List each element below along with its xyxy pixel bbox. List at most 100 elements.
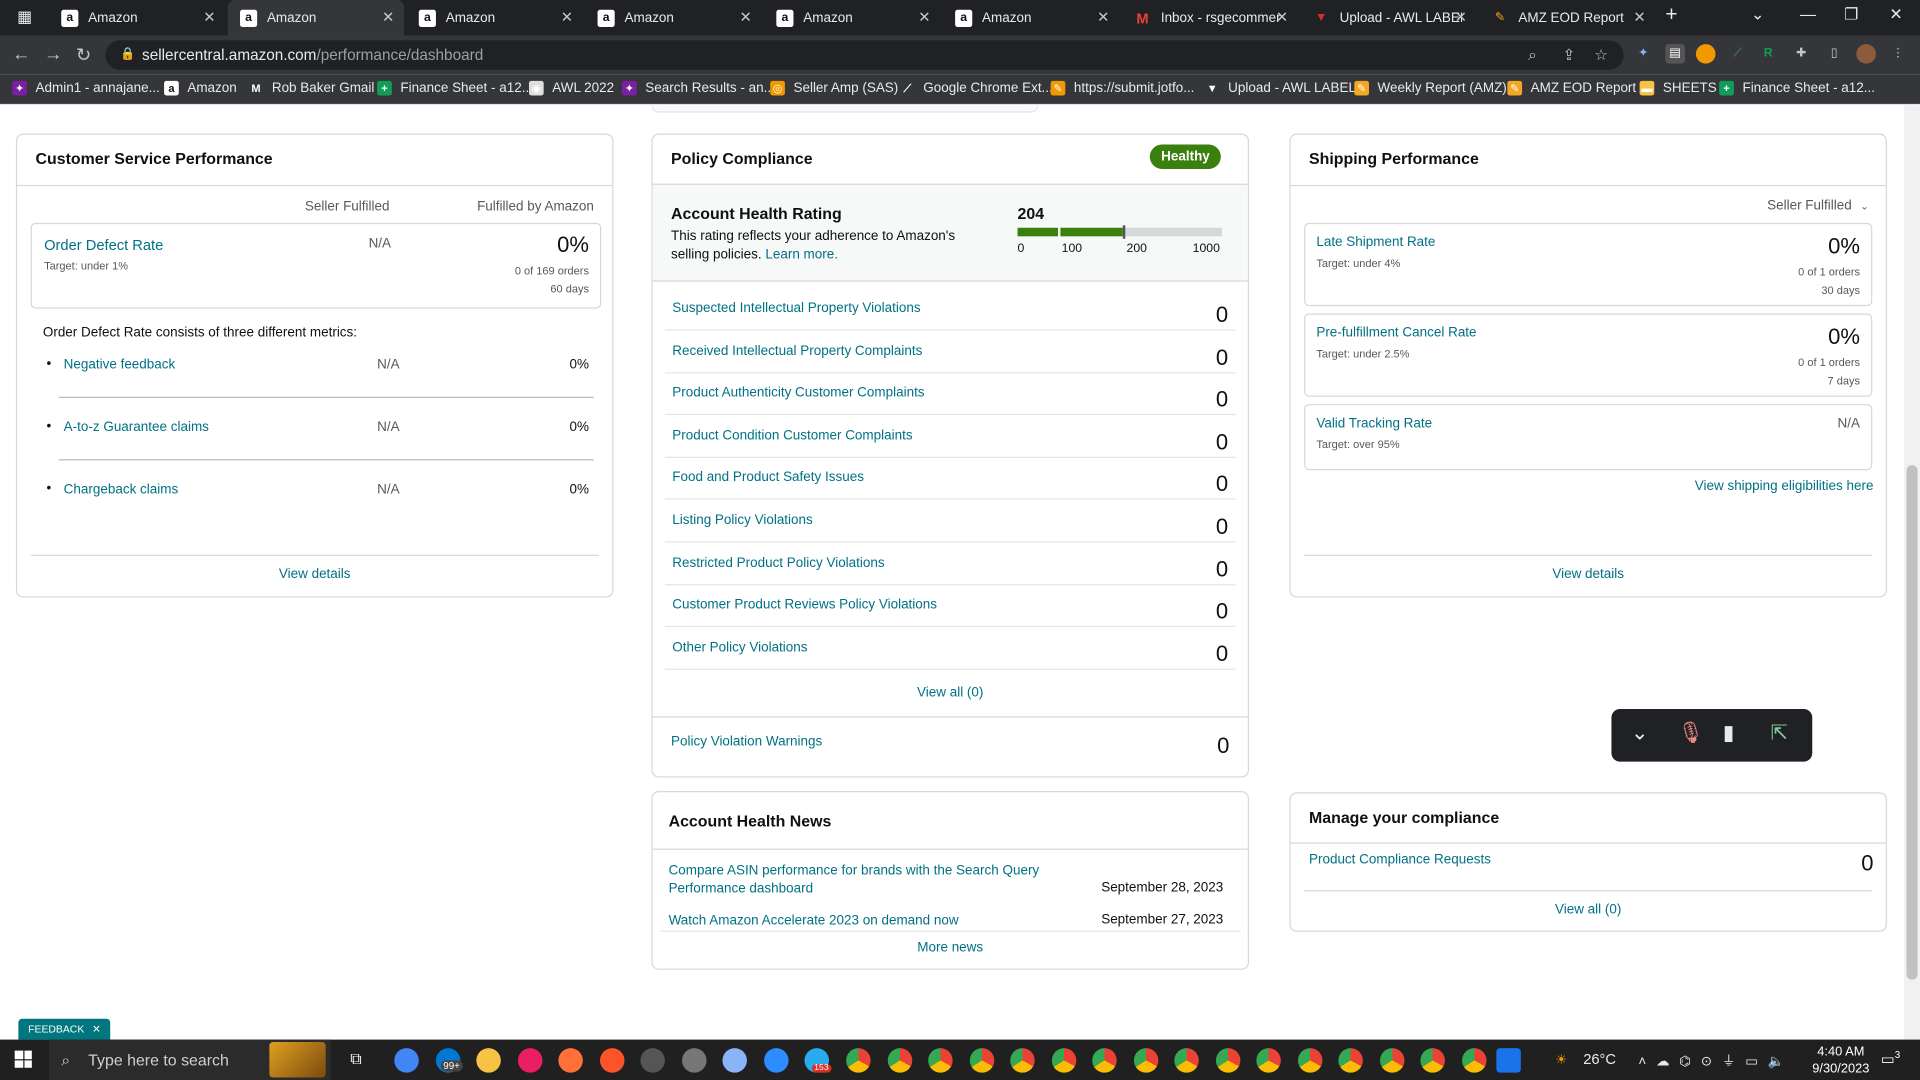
browser-tab[interactable]: a Amazon ✕ [49, 0, 225, 36]
chrome-profile-icon[interactable] [1297, 1048, 1322, 1073]
chrome-profile-icon[interactable] [1051, 1048, 1076, 1073]
chrome-profile-icon[interactable] [846, 1048, 871, 1073]
extension-icon[interactable]: ⟋ [1728, 44, 1748, 64]
bookmark-item[interactable]: ▬ SHEETS [1639, 80, 1717, 96]
extension-icon[interactable]: ▤ [1665, 44, 1685, 64]
camera-icon[interactable]: ▮ [1723, 721, 1734, 745]
zoom-icon[interactable] [763, 1048, 788, 1073]
order-defect-rate-link[interactable]: Order Defect Rate [44, 236, 163, 253]
browser-tab[interactable]: a Amazon ✕ [943, 0, 1119, 36]
close-tab-icon[interactable]: ✕ [1633, 9, 1645, 26]
chrome-profile-icon[interactable] [1420, 1048, 1445, 1073]
bookmark-item[interactable]: ✎ Weekly Report (AMZ) [1354, 80, 1507, 96]
tray-icons[interactable]: ˄☁⌬⊙⏚▭🔈 [1638, 1051, 1794, 1071]
browser-tab[interactable]: a Amazon ✕ [764, 0, 940, 36]
policy-row-link[interactable]: Received Intellectual Property Complaint… [672, 344, 922, 359]
open-external-icon[interactable]: ⇱ [1771, 721, 1788, 745]
chrome-profile-icon[interactable] [1338, 1048, 1363, 1073]
policy-row-link[interactable]: Product Authenticity Customer Complaints [672, 386, 924, 401]
chrome-icon[interactable] [394, 1048, 419, 1073]
chrome-profile-icon[interactable] [1133, 1048, 1158, 1073]
shipping-filter-dropdown[interactable]: Seller Fulfilled ⌄ [1767, 198, 1868, 213]
chrome-profile-icon[interactable] [1174, 1048, 1199, 1073]
product-compliance-requests-link[interactable]: Product Compliance Requests [1309, 852, 1491, 867]
policy-row-link[interactable]: Other Policy Violations [672, 640, 807, 655]
browser-tab[interactable]: ▼ Upload - AWL LABEL ✕ [1300, 0, 1476, 36]
bookmark-item[interactable]: ✎ AMZ EOD Report [1507, 80, 1636, 96]
policy-row-link[interactable]: Restricted Product Policy Violations [672, 555, 884, 570]
url-bar[interactable]: 🔒 sellercentral.amazon.com/performance/d… [105, 40, 1624, 70]
close-icon[interactable]: ✕ [92, 1022, 101, 1034]
chrome-profile-icon[interactable] [1215, 1048, 1240, 1073]
bookmark-star-icon[interactable]: ☆ [1594, 40, 1608, 69]
odr-metric-link[interactable]: Negative feedback [64, 358, 176, 373]
policy-row-link[interactable]: Product Condition Customer Complaints [672, 428, 912, 443]
bookmark-item[interactable]: + Finance Sheet - a12... [377, 80, 533, 96]
close-tab-icon[interactable]: ✕ [561, 9, 573, 26]
news-item-link[interactable]: Watch Amazon Accelerate 2023 on demand n… [669, 912, 1049, 930]
scrollbar-thumb[interactable] [1906, 465, 1918, 980]
mic-muted-icon[interactable]: 🎙 [1678, 721, 1704, 745]
side-panel-icon[interactable]: ▯ [1825, 44, 1845, 64]
close-tab-icon[interactable]: ✕ [918, 9, 930, 26]
page-scrollbar[interactable] [1904, 105, 1920, 1041]
task-view-icon[interactable]: ⧉ [350, 1049, 361, 1069]
close-tab-icon[interactable]: ✕ [382, 9, 394, 26]
chrome-profile-icon[interactable] [1461, 1048, 1486, 1073]
more-news-link[interactable]: More news [653, 940, 1248, 955]
close-tab-icon[interactable]: ✕ [1455, 9, 1467, 26]
firefox-icon[interactable] [558, 1048, 583, 1073]
share-icon[interactable]: ⇪ [1562, 40, 1575, 69]
shipping-view-details-link[interactable]: View details [1291, 567, 1886, 582]
forward-button[interactable]: → [44, 44, 62, 65]
policy-row-link[interactable]: Listing Policy Violations [672, 513, 813, 528]
minimize-button[interactable]: — [1800, 5, 1816, 23]
odr-metric-link[interactable]: Chargeback claims [64, 482, 179, 497]
close-tab-icon[interactable]: ✕ [1276, 9, 1288, 26]
zoom-icon[interactable]: ⌕ [1528, 40, 1537, 69]
shipping-metric-link[interactable]: Valid Tracking Rate [1316, 416, 1432, 431]
new-tab-button[interactable]: + [1665, 2, 1677, 26]
feedback-tab[interactable]: FEEDBACK ✕ [18, 1018, 111, 1040]
tab-search-icon[interactable]: ▦ [17, 7, 37, 27]
clock[interactable]: 4:40 AM 9/30/2023 [1812, 1043, 1869, 1077]
browser-menu-icon[interactable]: ⋮ [1888, 44, 1908, 64]
browser-tab[interactable]: M Inbox - rsgecommer ✕ [1122, 0, 1298, 36]
bookmark-item[interactable]: ◉ AWL 2022 [528, 80, 614, 96]
browser-tab[interactable]: ✎ AMZ EOD Report ✕ [1479, 0, 1655, 36]
chrome-profile-icon[interactable] [1379, 1048, 1404, 1073]
maximize-button[interactable]: ❐ [1844, 5, 1858, 25]
bookmark-item[interactable]: M Rob Baker Gmail [249, 81, 374, 96]
extension-icon[interactable]: R [1758, 44, 1778, 64]
cs-view-details-link[interactable]: View details [17, 567, 612, 582]
windows-start-icon[interactable] [14, 1050, 32, 1068]
profile-avatar[interactable] [1856, 44, 1876, 64]
browser-tab[interactable]: a Amazon ✕ [585, 0, 761, 36]
chrome-profile-icon[interactable] [1010, 1048, 1035, 1073]
chrome-profile-icon[interactable] [1092, 1048, 1117, 1073]
bookmark-item[interactable]: + Finance Sheet - a12... [1719, 80, 1875, 96]
brave-icon[interactable] [599, 1048, 624, 1073]
extension-icon[interactable]: ✦ [1633, 44, 1653, 64]
policy-view-all-link[interactable]: View all (0) [653, 686, 1248, 701]
news-item-link[interactable]: Compare ASIN performance for brands with… [669, 862, 1049, 899]
app-icon[interactable] [1496, 1048, 1521, 1073]
bookmark-item[interactable]: a Amazon [164, 80, 237, 96]
browser-tab[interactable]: a Amazon ✕ [407, 0, 583, 36]
compliance-view-all-link[interactable]: View all (0) [1291, 902, 1886, 917]
taskbar-search-input[interactable]: ⌕ Type here to search [48, 1039, 331, 1080]
learn-more-link[interactable]: Learn more. [765, 247, 838, 262]
policy-row-link[interactable]: Food and Product Safety Issues [672, 471, 864, 486]
shipping-eligibilities-link[interactable]: View shipping eligibilities here [1695, 479, 1874, 494]
browser-tab[interactable]: a Amazon ✕ [227, 0, 405, 36]
notification-center-icon[interactable]: ▭3 [1881, 1049, 1900, 1067]
photos-icon[interactable] [517, 1048, 542, 1073]
shipping-metric-link[interactable]: Late Shipment Rate [1316, 235, 1435, 250]
tab-list-chevron-icon[interactable]: ⌄ [1751, 5, 1764, 25]
bookmark-item[interactable]: ▼ Upload - AWL LABEL [1205, 81, 1356, 96]
collapse-chevron-icon[interactable]: ⌄ [1631, 721, 1648, 745]
chrome-profile-icon[interactable] [1256, 1048, 1281, 1073]
odr-metric-link[interactable]: A-to-z Guarantee claims [64, 420, 209, 435]
reload-button[interactable]: ↻ [76, 44, 91, 66]
close-tab-icon[interactable]: ✕ [1097, 9, 1109, 26]
